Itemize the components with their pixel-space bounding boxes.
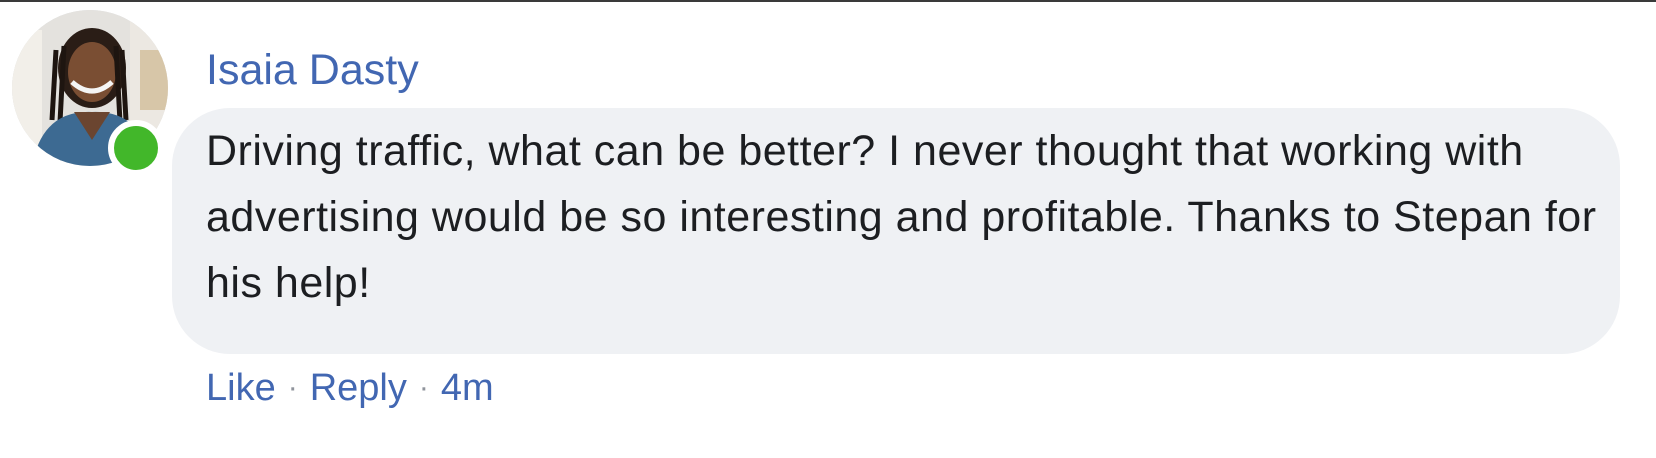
like-button[interactable]: Like	[206, 362, 276, 414]
action-separator: ·	[418, 371, 429, 404]
comment-text: Driving traffic, what can be better? I n…	[206, 127, 1597, 307]
action-separator: ·	[287, 371, 298, 404]
comment-timestamp[interactable]: 4m	[441, 362, 494, 414]
comment-actions: Like · Reply · 4m	[206, 362, 494, 414]
online-dot-icon	[108, 120, 164, 176]
reply-button[interactable]: Reply	[310, 362, 407, 414]
comment-container: Isaia Dasty Driving traffic, what can be…	[0, 0, 1656, 458]
avatar-wrapper[interactable]	[12, 10, 172, 176]
comment-author-name[interactable]: Isaia Dasty	[206, 44, 419, 96]
